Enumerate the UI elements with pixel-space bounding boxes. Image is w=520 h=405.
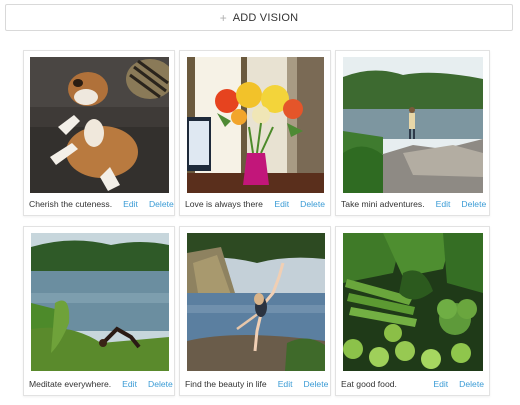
delete-link[interactable]: Delete	[149, 199, 174, 209]
edit-link[interactable]: Edit	[436, 199, 451, 209]
vision-card: Love is always there Edit Delete	[179, 50, 331, 216]
vision-image-yoga-pose	[187, 233, 325, 371]
vision-image-dog	[30, 57, 169, 193]
vision-caption-row: Meditate everywhere. Edit Delete	[24, 373, 174, 395]
vision-caption: Love is always there	[185, 199, 263, 209]
vision-caption: Find the beauty in life	[185, 379, 267, 389]
vision-card: Cherish the cuteness. Edit Delete	[23, 50, 175, 216]
add-vision-button[interactable]: + ADD VISION	[5, 4, 513, 31]
vision-caption-row: Eat good food. Edit Delete	[336, 373, 489, 395]
edit-link[interactable]: Edit	[278, 379, 293, 389]
vision-image-flowers	[187, 57, 324, 193]
vision-caption: Eat good food.	[341, 379, 397, 389]
plus-icon: +	[219, 10, 227, 25]
vision-image-lake-yoga	[31, 233, 169, 371]
edit-link[interactable]: Edit	[274, 199, 289, 209]
vision-card: Find the beauty in life Edit Delete	[179, 226, 331, 396]
vision-image-vegetables	[343, 233, 483, 371]
edit-link[interactable]: Edit	[123, 199, 138, 209]
delete-link[interactable]: Delete	[459, 379, 484, 389]
vision-caption: Take mini adventures.	[341, 199, 425, 209]
delete-link[interactable]: Delete	[148, 379, 173, 389]
vision-card: Meditate everywhere. Edit Delete	[23, 226, 175, 396]
vision-board: + ADD VISION Cherish the cuteness. Edit …	[0, 0, 520, 405]
vision-caption-row: Take mini adventures. Edit Delete	[336, 193, 489, 215]
vision-caption: Cherish the cuteness.	[29, 199, 113, 209]
vision-caption-row: Cherish the cuteness. Edit Delete	[24, 193, 174, 215]
delete-link[interactable]: Delete	[304, 379, 329, 389]
vision-caption: Meditate everywhere.	[29, 379, 112, 389]
vision-caption-row: Find the beauty in life Edit Delete	[180, 373, 330, 395]
vision-card: Eat good food. Edit Delete	[335, 226, 490, 396]
delete-link[interactable]: Delete	[461, 199, 486, 209]
edit-link[interactable]: Edit	[433, 379, 448, 389]
vision-caption-row: Love is always there Edit Delete	[180, 193, 330, 215]
add-vision-label: ADD VISION	[232, 11, 299, 24]
vision-card: Take mini adventures. Edit Delete	[335, 50, 490, 216]
vision-image-river-rocks	[343, 57, 483, 193]
edit-link[interactable]: Edit	[122, 379, 137, 389]
delete-link[interactable]: Delete	[300, 199, 325, 209]
